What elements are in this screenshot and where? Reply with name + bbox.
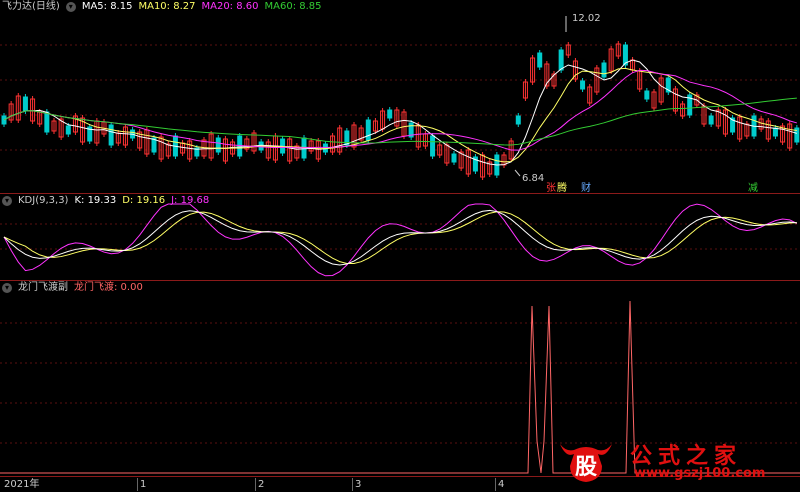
candle-body xyxy=(601,62,607,78)
bull-logo-icon: 股 xyxy=(560,444,612,482)
candle-body xyxy=(22,96,28,112)
candle-body xyxy=(215,137,221,153)
price-chart[interactable] xyxy=(0,0,800,193)
kdj-d-line xyxy=(3,211,797,265)
candle-body xyxy=(515,115,521,125)
logo-char: 股 xyxy=(575,454,597,480)
candle-body xyxy=(65,125,71,135)
axis-tick-1: 1 xyxy=(137,478,146,491)
candle-body xyxy=(451,153,457,163)
tag-zhang[interactable]: 张 xyxy=(546,179,556,194)
axis-tick-4: 4 xyxy=(495,478,504,491)
tag-jian[interactable]: 减 xyxy=(748,179,758,194)
low-price-label: 6.84 xyxy=(522,173,545,184)
watermark-url: www.gszj100.com xyxy=(634,466,766,481)
kdj-chart[interactable] xyxy=(0,194,800,280)
candle-body xyxy=(580,80,586,90)
candle-body xyxy=(108,124,114,146)
candle-body xyxy=(365,119,371,141)
low-marker xyxy=(514,169,521,177)
axis-tick-2: 2 xyxy=(255,478,264,491)
candle-body xyxy=(387,109,393,119)
candle-body xyxy=(644,90,650,100)
kdj-panel[interactable]: ▾ KDJ(9,3,3) K: 19.33 D: 19.16 J: 19.68 xyxy=(0,194,800,280)
site-watermark: 股 公式之家 www.gszj100.com xyxy=(556,438,800,488)
axis-tick-3: 3 xyxy=(352,478,361,491)
candle-body xyxy=(537,52,543,68)
kdj-j-line xyxy=(3,203,798,277)
ma-line xyxy=(3,59,798,166)
candle-body xyxy=(772,127,778,137)
price-panel[interactable]: 飞力达(日线) ▾ MA5: 8.15 MA10: 8.27 MA20: 8.6… xyxy=(0,0,800,194)
axis-tick-2021: 2021年 xyxy=(4,479,40,490)
high-price-label: 12.02 xyxy=(572,13,601,24)
candle-body xyxy=(558,49,564,71)
tag-cai[interactable]: 财 xyxy=(581,179,591,194)
candle-body xyxy=(708,115,714,125)
tag-teng[interactable]: 腾 xyxy=(557,179,567,194)
candle-body xyxy=(430,135,436,157)
candle-body xyxy=(44,111,50,133)
